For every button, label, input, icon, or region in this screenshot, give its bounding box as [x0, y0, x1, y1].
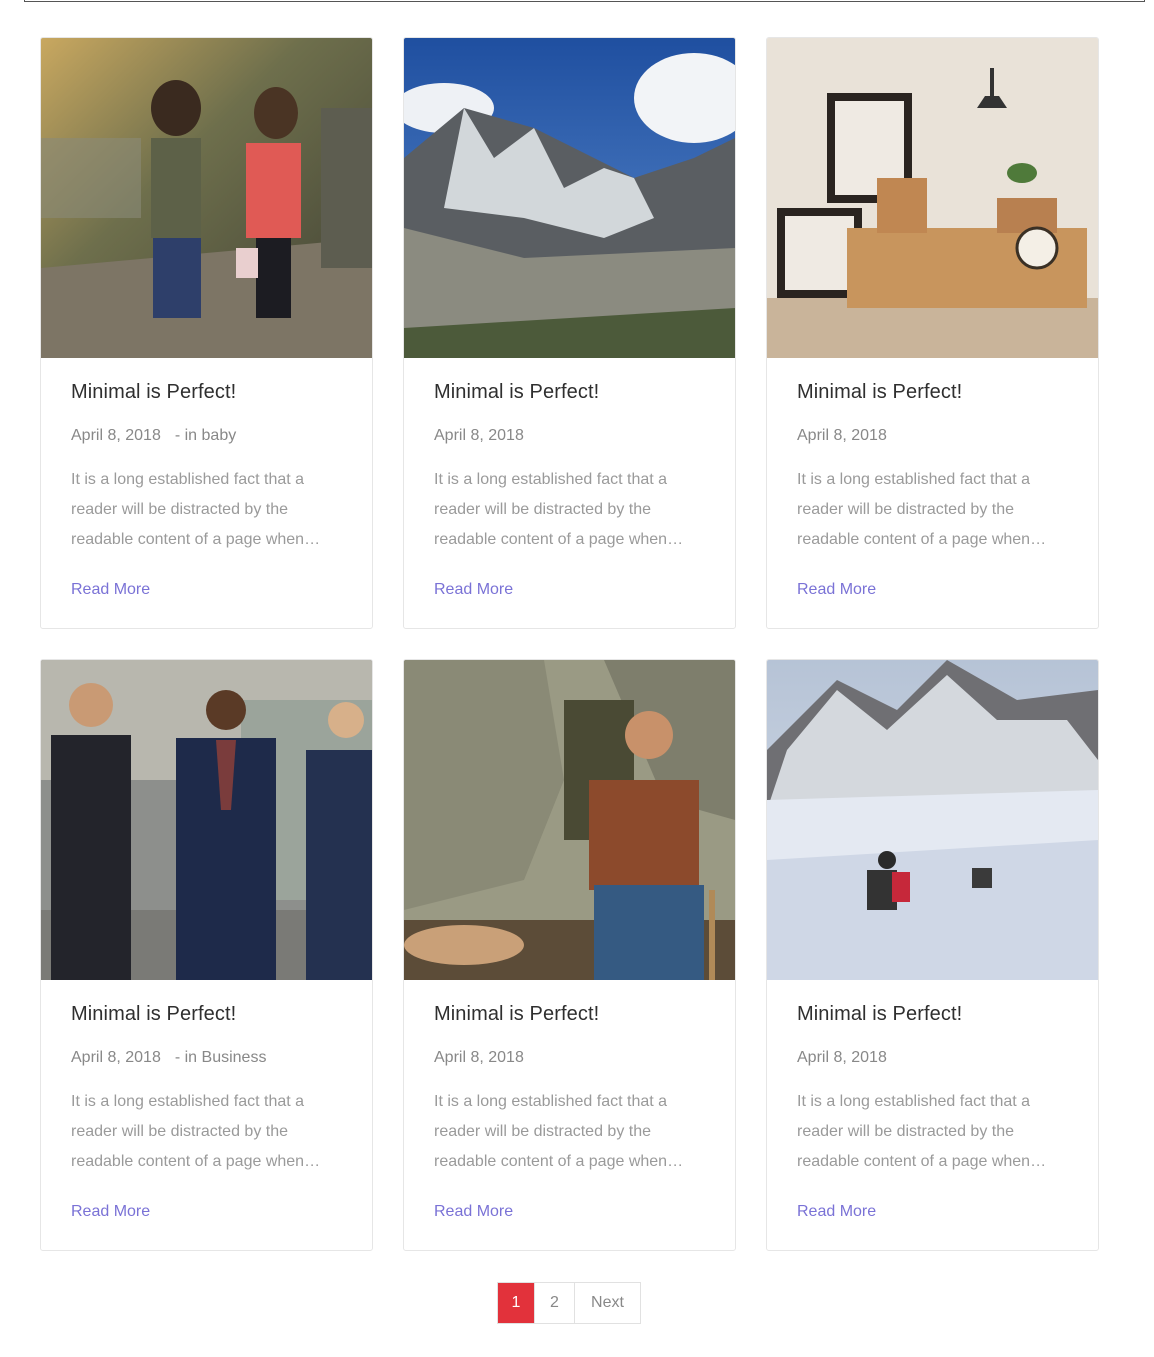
- post-excerpt: It is a long established fact that a rea…: [797, 471, 1047, 548]
- post-image-mountains[interactable]: [404, 38, 735, 358]
- post-card: Minimal is Perfect! April 8, 2018 It is …: [403, 37, 736, 629]
- post-date: April 8, 2018: [434, 1049, 524, 1066]
- post-card: Minimal is Perfect! April 8, 2018 It is …: [403, 659, 736, 1251]
- post-title[interactable]: Minimal is Perfect!: [434, 1003, 599, 1026]
- read-more-link[interactable]: Read More: [71, 1203, 150, 1221]
- post-date: April 8, 2018: [71, 1049, 161, 1066]
- post-meta: April 8, 2018: [797, 427, 887, 445]
- post-image-children[interactable]: [41, 38, 372, 358]
- post-excerpt: It is a long established fact that a rea…: [434, 471, 684, 548]
- pagination: 1 2 Next: [497, 1282, 641, 1324]
- page-1-button[interactable]: 1: [498, 1283, 535, 1323]
- top-divider: [24, 0, 1145, 2]
- post-image-businessmen[interactable]: [41, 660, 372, 980]
- post-image-hiker[interactable]: [404, 660, 735, 980]
- post-date: April 8, 2018: [71, 427, 161, 444]
- post-date: April 8, 2018: [797, 1049, 887, 1066]
- post-meta: April 8, 2018: [434, 427, 524, 445]
- post-title[interactable]: Minimal is Perfect!: [797, 1003, 962, 1026]
- post-card: Minimal is Perfect! April 8, 2018 - in ba…: [40, 37, 373, 629]
- read-more-link[interactable]: Read More: [71, 581, 150, 599]
- post-title[interactable]: Minimal is Perfect!: [434, 381, 599, 404]
- post-meta: April 8, 2018 - in baby: [71, 427, 236, 445]
- post-date: April 8, 2018: [797, 427, 887, 444]
- post-image-boxes[interactable]: [767, 38, 1098, 358]
- post-meta: April 8, 2018: [797, 1049, 887, 1067]
- post-title[interactable]: Minimal is Perfect!: [71, 1003, 236, 1026]
- post-meta: April 8, 2018: [434, 1049, 524, 1067]
- post-title[interactable]: Minimal is Perfect!: [797, 381, 962, 404]
- post-category-link[interactable]: baby: [202, 427, 237, 444]
- post-image-snow-climbers[interactable]: [767, 660, 1098, 980]
- read-more-link[interactable]: Read More: [434, 1203, 513, 1221]
- post-excerpt: It is a long established fact that a rea…: [71, 1093, 321, 1170]
- post-date: April 8, 2018: [434, 427, 524, 444]
- post-category-prefix: - in: [174, 1049, 198, 1066]
- post-category-link[interactable]: Business: [202, 1049, 267, 1066]
- post-excerpt: It is a long established fact that a rea…: [797, 1093, 1047, 1170]
- next-page-button[interactable]: Next: [575, 1283, 640, 1323]
- read-more-link[interactable]: Read More: [797, 581, 876, 599]
- post-excerpt: It is a long established fact that a rea…: [434, 1093, 684, 1170]
- page-2-button[interactable]: 2: [535, 1283, 575, 1323]
- read-more-link[interactable]: Read More: [434, 581, 513, 599]
- post-card: Minimal is Perfect! April 8, 2018 It is …: [766, 659, 1099, 1251]
- post-card: Minimal is Perfect! April 8, 2018 - in Bu…: [40, 659, 373, 1251]
- post-card: Minimal is Perfect! April 8, 2018 It is …: [766, 37, 1099, 629]
- post-excerpt: It is a long established fact that a rea…: [71, 471, 321, 548]
- post-title[interactable]: Minimal is Perfect!: [71, 381, 236, 404]
- read-more-link[interactable]: Read More: [797, 1203, 876, 1221]
- post-category-prefix: - in: [174, 427, 198, 444]
- post-meta: April 8, 2018 - in Business: [71, 1049, 266, 1067]
